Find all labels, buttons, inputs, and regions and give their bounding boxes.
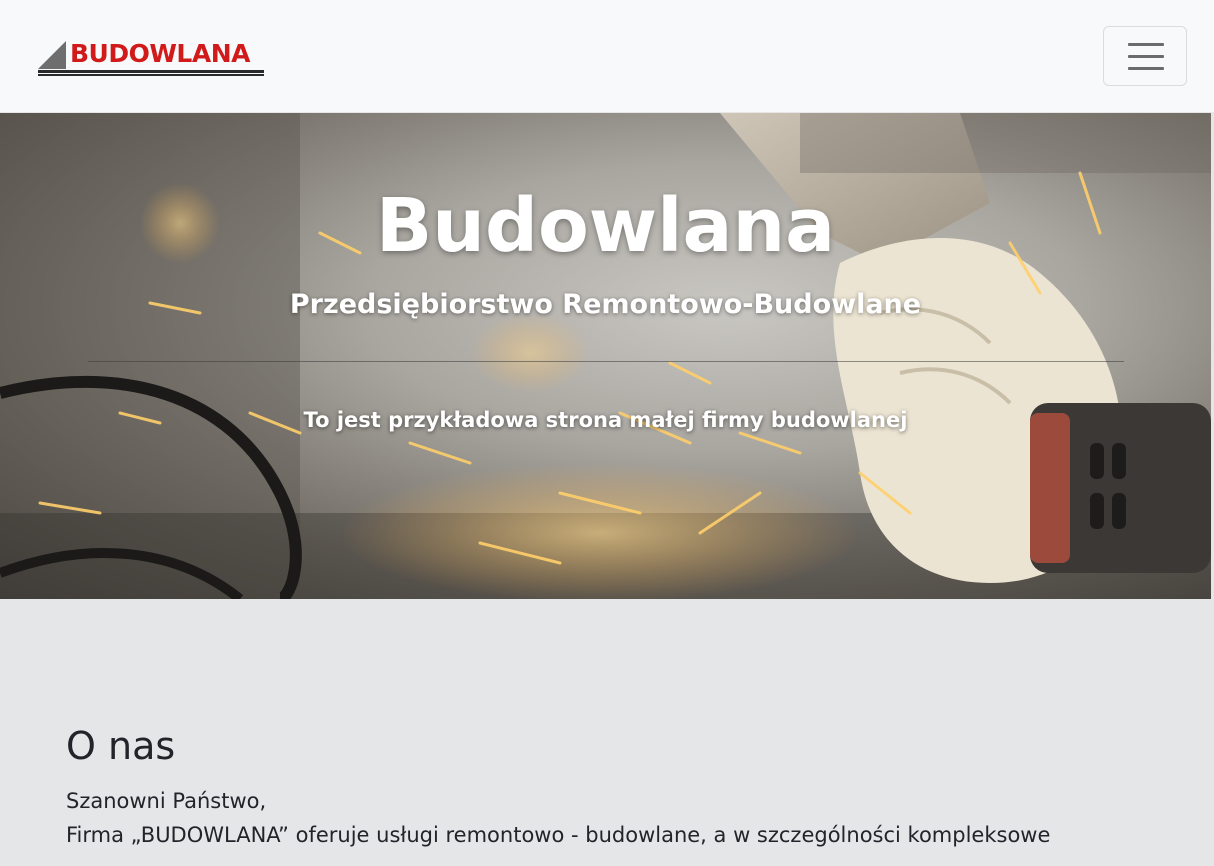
- navbar: BUDOWLANA: [0, 0, 1214, 113]
- about-section: O nas Szanowni Państwo, Firma „BUDOWLANA…: [66, 722, 1146, 852]
- about-greeting: Szanowni Państwo,: [66, 789, 267, 813]
- hero-title: Budowlana: [375, 183, 836, 269]
- about-body: Firma „BUDOWLANA” oferuje usługi remonto…: [66, 823, 1051, 847]
- about-heading: O nas: [66, 724, 176, 768]
- hero-subtitle: Przedsiębiorstwo Remontowo-Budowlane: [289, 289, 922, 320]
- brand-logo[interactable]: BUDOWLANA: [38, 39, 264, 77]
- hero-lead: To jest przykładowa strona małej firmy b…: [303, 408, 908, 432]
- logo-text: BUDOWLANA: [70, 39, 251, 68]
- navbar-toggler-button[interactable]: [1103, 26, 1187, 86]
- hero-divider: [88, 361, 1124, 362]
- hero-section: Budowlana Przedsiębiorstwo Remontowo-Bud…: [0, 113, 1211, 599]
